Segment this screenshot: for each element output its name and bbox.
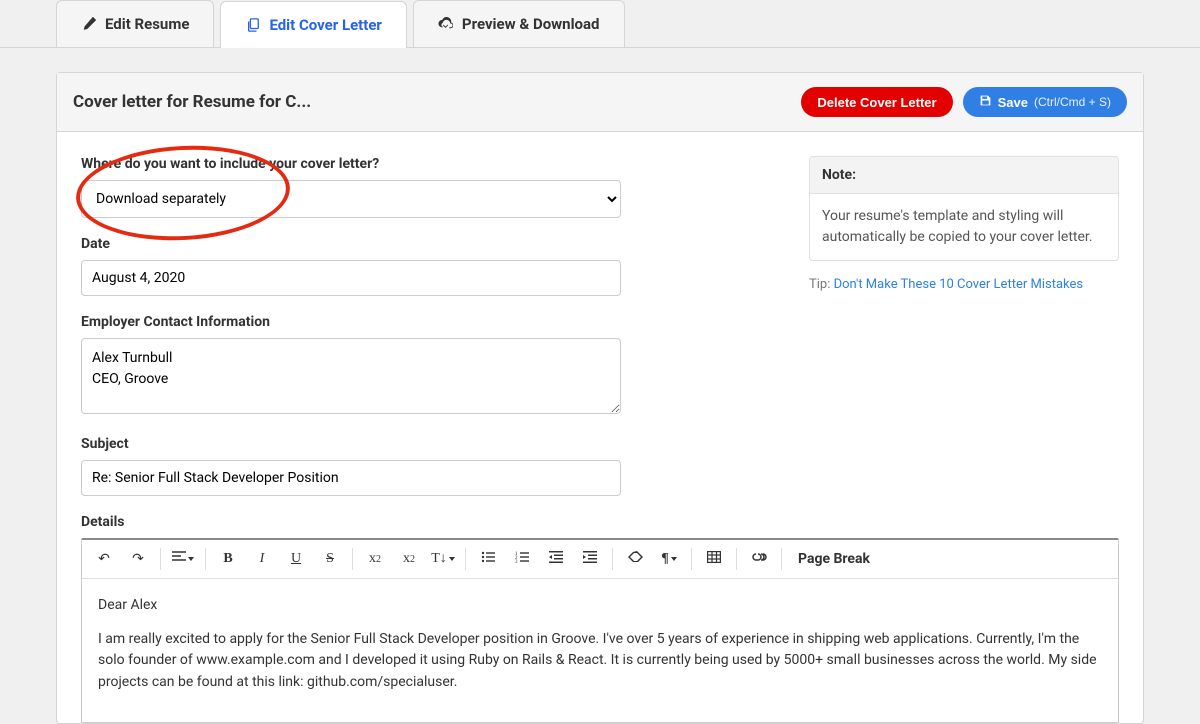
note-box: Note: Your resume's template and styling… [809,156,1119,261]
subscript-button[interactable]: x2 [359,544,391,574]
paragraph-menu-button[interactable]: ¶ [653,544,685,574]
header-actions: Delete Cover Letter Save (Ctrl/Cmd + S) [801,87,1127,117]
editor-paragraph: I am really excited to apply for the Sen… [98,629,1102,694]
toolbar-separator [781,548,782,570]
note-title: Note: [810,157,1118,194]
toolbar-separator [612,548,613,570]
tab-label: Edit Cover Letter [269,16,381,34]
link-icon [752,551,767,568]
strikethrough-button[interactable]: S [314,544,346,574]
editor-toolbar: ↶ ↷ B I U S x2 x2 T↓ 123 ¶ [82,540,1118,579]
toolbar-separator [465,548,466,570]
card-header: Cover letter for Resume for C... Delete … [57,73,1143,132]
date-label: Date [81,236,785,252]
ordered-list-button[interactable]: 123 [506,544,538,574]
redo-icon: ↷ [132,551,144,568]
page-break-button[interactable]: Page Break [788,544,880,574]
save-button[interactable]: Save (Ctrl/Cmd + S) [963,87,1127,117]
table-icon [707,551,721,568]
tab-preview-download[interactable]: Preview & Download [413,0,625,47]
save-label: Save [998,95,1028,110]
include-label: Where do you want to include your cover … [81,156,785,172]
editor-greeting: Dear Alex [98,595,1102,617]
tabs-bar: Edit Resume Edit Cover Letter Preview & … [0,0,1200,48]
bullet-list-icon [481,551,495,568]
copy-icon [245,17,261,33]
toolbar-separator [736,548,737,570]
bold-button[interactable]: B [212,544,244,574]
toolbar-separator [352,548,353,570]
underline-button[interactable]: U [280,544,312,574]
indent-button[interactable] [574,544,606,574]
tab-label: Preview & Download [462,15,600,33]
table-button[interactable] [698,544,730,574]
tab-edit-cover-letter[interactable]: Edit Cover Letter [220,1,406,48]
page-title: Cover letter for Resume for C... [73,92,311,112]
delete-cover-letter-button[interactable]: Delete Cover Letter [801,87,952,117]
toolbar-separator [160,548,161,570]
ordered-list-icon: 123 [515,551,529,568]
chevron-down-icon [188,557,194,561]
date-input[interactable] [81,260,621,296]
chevron-down-icon [449,557,455,561]
unordered-list-button[interactable] [472,544,504,574]
tip-text: Tip: Don't Make These 10 Cover Letter Mi… [809,277,1119,292]
pencil-square-icon [81,16,97,32]
align-menu-button[interactable] [167,544,199,574]
pilcrow-icon: ¶ [661,551,669,567]
tip-prefix: Tip: [809,277,834,292]
rich-text-editor: ↶ ↷ B I U S x2 x2 T↓ 123 ¶ [81,538,1119,723]
clear-format-button[interactable]: T↓ [427,544,459,574]
cloud-download-icon [438,16,454,32]
eraser-icon [628,551,643,568]
redo-button[interactable]: ↷ [122,544,154,574]
indent-icon [583,551,597,568]
italic-button[interactable]: I [246,544,278,574]
outdent-button[interactable] [540,544,572,574]
superscript-button[interactable]: x2 [393,544,425,574]
save-shortcut: (Ctrl/Cmd + S) [1034,95,1111,109]
toolbar-separator [691,548,692,570]
note-body: Your resume's template and styling will … [810,194,1118,260]
tab-edit-resume[interactable]: Edit Resume [56,0,214,47]
cover-letter-card: Cover letter for Resume for C... Delete … [56,72,1144,724]
eraser-button[interactable] [619,544,651,574]
employer-textarea[interactable]: Alex Turnbull CEO, Groove [81,338,621,414]
save-disk-icon [979,94,992,110]
tab-label: Edit Resume [105,15,189,33]
outdent-icon [549,551,563,568]
svg-text:3: 3 [515,560,518,563]
link-button[interactable] [743,544,775,574]
subject-label: Subject [81,436,785,452]
employer-label: Employer Contact Information [81,314,785,330]
undo-icon: ↶ [98,551,110,568]
chevron-down-icon [671,557,677,561]
details-label: Details [81,514,785,530]
tip-link[interactable]: Don't Make These 10 Cover Letter Mistake… [834,277,1084,292]
editor-content[interactable]: Dear Alex I am really excited to apply f… [82,579,1118,722]
subject-input[interactable] [81,460,621,496]
include-select[interactable]: Download separately [81,180,621,218]
align-left-icon [172,551,186,568]
clear-format-icon: T↓ [431,551,447,567]
delete-label: Delete Cover Letter [817,95,936,110]
undo-button[interactable]: ↶ [88,544,120,574]
toolbar-separator [205,548,206,570]
